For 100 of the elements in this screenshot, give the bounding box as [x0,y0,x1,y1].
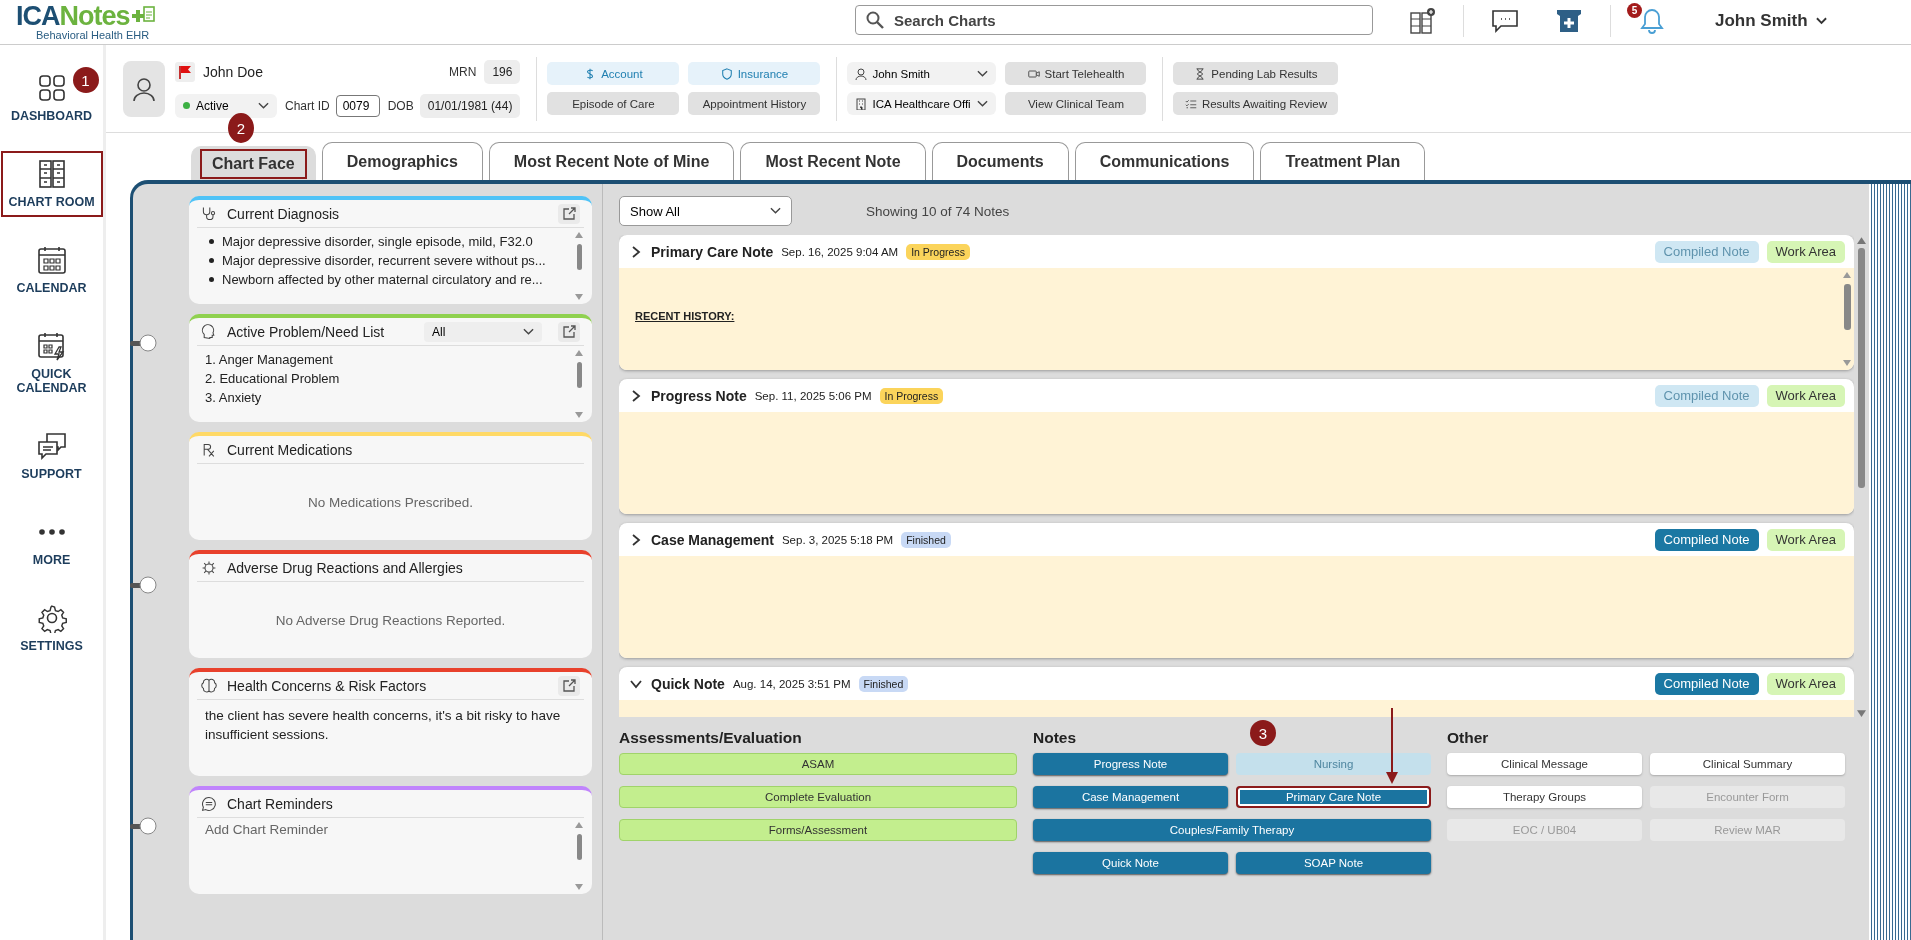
diagnosis-item: Newborn affected by other maternal circulatory and re... [222,271,543,289]
step-badge: 2 [228,113,254,143]
sidebar-item[interactable]: SETTINGS [0,595,103,661]
scroll-down-icon[interactable] [575,294,583,300]
chevron-icon [770,207,781,215]
scroll-thumb[interactable] [576,362,582,388]
provider-dropdown[interactable]: John Smith [847,62,997,85]
virus-icon [201,559,217,576]
scroll-down-icon[interactable] [575,412,583,418]
user-menu[interactable]: John Smith [1711,9,1831,33]
tab[interactable]: Most Recent Note [740,142,926,180]
search-field[interactable]: Search Charts [855,5,1373,35]
calendar-icon [36,245,67,275]
more-icon [36,528,67,536]
brain-icon [201,677,217,694]
empty-message: No Adverse Drug Reactions Reported. [275,612,506,628]
new-note-button[interactable]: Forms/Assessment [619,819,1017,841]
tab[interactable]: Most Recent Note of Mine [488,142,735,180]
chart-id-field[interactable]: 0079 [335,94,380,117]
new-note-button[interactable]: Clinical Message [1447,753,1642,775]
scroll-thumb[interactable] [1843,284,1851,330]
new-note-button[interactable]: Quick Note [1033,852,1228,874]
reminder-field[interactable]: Add Chart Reminder [197,818,574,841]
status-tag: Finished [858,675,909,692]
scroll-thumb[interactable] [576,244,582,270]
new-note-button[interactable]: ASAM [619,753,1017,775]
lab-button[interactable]: Results Awaiting Review [1173,92,1339,115]
sidebar-item[interactable]: MORE [0,509,103,575]
problem-item: 2. Educational Problem [205,370,341,388]
lab-button[interactable]: Pending Lab Results [1173,62,1339,85]
work-area-button[interactable]: Work Area [1766,384,1845,407]
notes-filter-dropdown[interactable]: Show All [619,196,792,226]
compiled-note-button[interactable]: Compiled Note [1654,528,1759,551]
status-tag: In Progress [879,387,944,404]
rx-icon [201,441,217,458]
dashboard-icon [36,73,67,103]
new-note-button[interactable]: SOAP Note [1236,852,1431,874]
scroll-down-icon[interactable] [1843,360,1851,366]
new-note-button[interactable]: Primary Care Note [1236,786,1431,808]
tab[interactable]: Communications [1074,142,1255,180]
binder-ring [130,576,158,594]
scroll-up-icon[interactable] [575,350,583,356]
new-note-button[interactable]: Therapy Groups [1447,786,1642,808]
notes-count: Showing 10 of 74 Notes [866,203,1010,219]
chart-button[interactable]: Episode of Care [547,92,680,115]
link-button[interactable]: Insurance [688,62,821,85]
chart-id-label: Chart ID [285,98,330,113]
sidebar-item[interactable]: SUPPORT [0,423,103,489]
section-heading: Assessments/Evaluation [619,729,802,747]
bullet-icon [209,239,214,244]
status-dropdown[interactable]: Active [175,93,277,118]
note-date: Sep. 16, 2025 9:04 AM [781,245,899,258]
tab[interactable]: Treatment Plan [1260,142,1426,180]
location-dropdown[interactable]: ICA Healthcare Offi [847,92,997,115]
note-title: Primary Care Note [651,243,774,260]
quick-calendar-icon [36,331,67,361]
chart-button[interactable]: View Clinical Team [1005,92,1147,115]
sidebar-item[interactable]: DASHBOARD 1 [0,65,103,131]
compiled-note-button[interactable]: Compiled Note [1654,672,1759,695]
notification-badge: 5 [1627,3,1642,18]
sidebar-item[interactable]: CALENDAR [0,237,103,303]
tab[interactable]: Documents [931,142,1069,180]
new-note-button[interactable]: Complete Evaluation [619,786,1017,808]
logo: ICANotes [16,3,170,29]
scroll-down-icon[interactable] [575,884,583,890]
scroll-thumb[interactable] [1858,248,1865,488]
scroll-down-icon[interactable] [1857,710,1866,717]
sidebar-item[interactable]: CHART ROOM [0,151,103,217]
scroll-up-icon[interactable] [1857,237,1866,244]
popout-icon[interactable] [558,675,580,696]
panel-title: Current Diagnosis [227,205,340,222]
tab[interactable]: Demographics [321,142,483,180]
stethoscope-icon [201,205,217,222]
status-tag: In Progress [906,243,970,260]
scroll-up-icon[interactable] [575,232,583,238]
empty-message: No Medications Prescribed. [307,494,474,510]
scroll-up-icon[interactable] [1843,272,1851,278]
new-note-button[interactable]: Couples/Family Therapy [1033,819,1431,841]
link-button[interactable]: Account [547,62,680,85]
note-date: Sep. 11, 2025 5:06 PM [754,389,872,402]
popout-icon[interactable] [558,321,580,342]
person-icon [855,67,868,80]
flag-icon[interactable] [175,61,195,82]
new-note-button[interactable]: Progress Note [1033,753,1228,775]
new-note-button[interactable]: Clinical Summary [1650,753,1845,775]
scroll-thumb[interactable] [576,834,582,860]
chart-button[interactable]: Appointment History [688,92,821,115]
new-note-button[interactable]: Case Management [1033,786,1228,808]
popout-icon[interactable] [558,203,580,224]
work-area-button[interactable]: Work Area [1766,528,1845,551]
chevron-icon [523,327,534,336]
note-body-text: RECENT HISTORY: [635,310,735,322]
work-area-button[interactable]: Work Area [1766,672,1845,695]
section-heading: Other [1447,729,1489,747]
work-area-button[interactable]: Work Area [1766,240,1845,263]
sidebar-item[interactable]: QUICK CALENDAR [0,323,103,403]
scroll-up-icon[interactable] [575,822,583,828]
filter-dropdown[interactable]: All [424,321,542,342]
avatar[interactable] [123,60,165,117]
chart-button[interactable]: Start Telehealth [1005,62,1147,85]
